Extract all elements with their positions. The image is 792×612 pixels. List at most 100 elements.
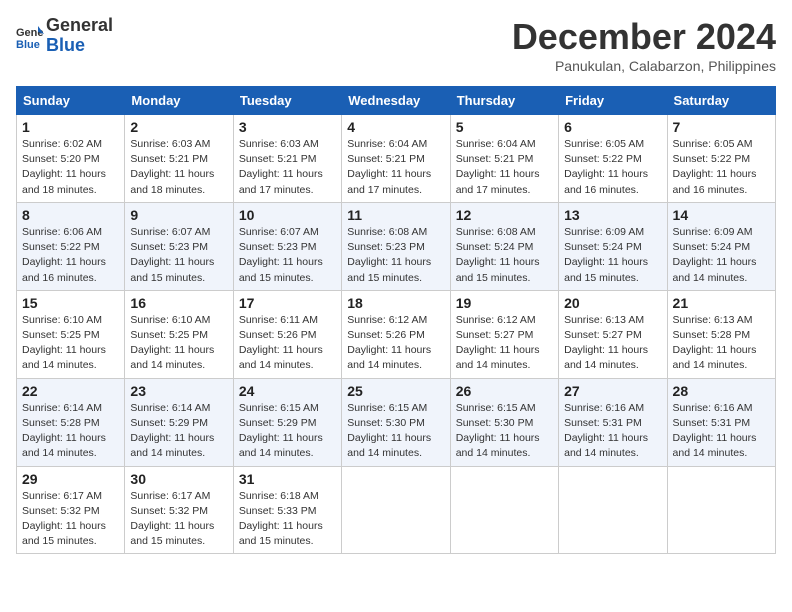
day-number: 20 — [564, 295, 661, 311]
day-number: 31 — [239, 471, 336, 487]
day-info: Sunrise: 6:17 AMSunset: 5:32 PMDaylight:… — [22, 489, 119, 550]
logo-text: General Blue — [46, 16, 113, 56]
day-info: Sunrise: 6:13 AMSunset: 5:27 PMDaylight:… — [564, 313, 661, 374]
day-info: Sunrise: 6:09 AMSunset: 5:24 PMDaylight:… — [673, 225, 770, 286]
calendar-cell: 23Sunrise: 6:14 AMSunset: 5:29 PMDayligh… — [125, 378, 233, 466]
calendar-cell: 15 Sunrise: 6:10 AMSunset: 5:25 PMDayligh… — [17, 290, 125, 378]
day-number: 27 — [564, 383, 661, 399]
day-number: 6 — [564, 119, 661, 135]
calendar-header-row: SundayMondayTuesdayWednesdayThursdayFrid… — [17, 87, 776, 115]
day-number: 22 — [22, 383, 119, 399]
day-info: Sunrise: 6:15 AMSunset: 5:29 PMDaylight:… — [239, 401, 336, 462]
day-number: 7 — [673, 119, 770, 135]
day-number: 10 — [239, 207, 336, 223]
calendar-cell — [342, 466, 450, 554]
day-number: 13 — [564, 207, 661, 223]
calendar-cell: 22 Sunrise: 6:14 AMSunset: 5:28 PMDayligh… — [17, 378, 125, 466]
svg-text:Blue: Blue — [16, 39, 40, 50]
day-info: Sunrise: 6:10 AMSunset: 5:25 PMDaylight:… — [130, 313, 227, 374]
day-info: Sunrise: 6:14 AMSunset: 5:28 PMDaylight:… — [22, 401, 119, 462]
day-number: 5 — [456, 119, 553, 135]
calendar-cell: 27 Sunrise: 6:16 AMSunset: 5:31 PMDayligh… — [559, 378, 667, 466]
day-info: Sunrise: 6:12 AMSunset: 5:27 PMDaylight:… — [456, 313, 553, 374]
calendar-cell: 14 Sunrise: 6:09 AMSunset: 5:24 PMDayligh… — [667, 202, 775, 290]
logo: General Blue General Blue — [16, 16, 113, 56]
day-info: Sunrise: 6:05 AMSunset: 5:22 PMDaylight:… — [564, 137, 661, 198]
calendar-cell — [450, 466, 558, 554]
day-number: 8 — [22, 207, 119, 223]
day-info: Sunrise: 6:08 AMSunset: 5:24 PMDaylight:… — [456, 225, 553, 286]
calendar-cell: 29 Sunrise: 6:17 AMSunset: 5:32 PMDayligh… — [17, 466, 125, 554]
day-number: 9 — [130, 207, 227, 223]
calendar-week-row: 1 Sunrise: 6:02 AMSunset: 5:20 PMDaylight… — [17, 115, 776, 203]
calendar-cell — [667, 466, 775, 554]
calendar-cell: 5Sunrise: 6:04 AMSunset: 5:21 PMDaylight… — [450, 115, 558, 203]
calendar-cell: 16 Sunrise: 6:10 AMSunset: 5:25 PMDayligh… — [125, 290, 233, 378]
calendar-week-row: 22 Sunrise: 6:14 AMSunset: 5:28 PMDayligh… — [17, 378, 776, 466]
day-number: 30 — [130, 471, 227, 487]
calendar-cell: 28 Sunrise: 6:16 AMSunset: 5:31 PMDayligh… — [667, 378, 775, 466]
day-info: Sunrise: 6:04 AMSunset: 5:21 PMDaylight:… — [347, 137, 444, 198]
calendar-cell: 30 Sunrise: 6:17 AMSunset: 5:32 PMDayligh… — [125, 466, 233, 554]
day-number: 17 — [239, 295, 336, 311]
day-number: 26 — [456, 383, 553, 399]
month-title: December 2024 — [512, 16, 776, 58]
day-number: 18 — [347, 295, 444, 311]
day-info: Sunrise: 6:14 AMSunset: 5:29 PMDaylight:… — [130, 401, 227, 462]
header-friday: Friday — [559, 87, 667, 115]
day-number: 19 — [456, 295, 553, 311]
day-info: Sunrise: 6:11 AMSunset: 5:26 PMDaylight:… — [239, 313, 336, 374]
header-wednesday: Wednesday — [342, 87, 450, 115]
day-number: 16 — [130, 295, 227, 311]
header-tuesday: Tuesday — [233, 87, 341, 115]
day-info: Sunrise: 6:16 AMSunset: 5:31 PMDaylight:… — [673, 401, 770, 462]
day-number: 4 — [347, 119, 444, 135]
day-number: 15 — [22, 295, 119, 311]
calendar-cell: 26 Sunrise: 6:15 AMSunset: 5:30 PMDayligh… — [450, 378, 558, 466]
day-number: 14 — [673, 207, 770, 223]
day-info: Sunrise: 6:09 AMSunset: 5:24 PMDaylight:… — [564, 225, 661, 286]
header-sunday: Sunday — [17, 87, 125, 115]
day-number: 24 — [239, 383, 336, 399]
header-saturday: Saturday — [667, 87, 775, 115]
calendar-cell: 6 Sunrise: 6:05 AMSunset: 5:22 PMDaylight… — [559, 115, 667, 203]
calendar-week-row: 8Sunrise: 6:06 AMSunset: 5:22 PMDaylight… — [17, 202, 776, 290]
day-number: 28 — [673, 383, 770, 399]
day-info: Sunrise: 6:10 AMSunset: 5:25 PMDaylight:… — [22, 313, 119, 374]
calendar-week-row: 15 Sunrise: 6:10 AMSunset: 5:25 PMDayligh… — [17, 290, 776, 378]
calendar-week-row: 29 Sunrise: 6:17 AMSunset: 5:32 PMDayligh… — [17, 466, 776, 554]
title-block: December 2024 Panukulan, Calabarzon, Phi… — [512, 16, 776, 82]
day-info: Sunrise: 6:13 AMSunset: 5:28 PMDaylight:… — [673, 313, 770, 374]
header-monday: Monday — [125, 87, 233, 115]
day-info: Sunrise: 6:12 AMSunset: 5:26 PMDaylight:… — [347, 313, 444, 374]
day-info: Sunrise: 6:07 AMSunset: 5:23 PMDaylight:… — [239, 225, 336, 286]
calendar-cell: 8Sunrise: 6:06 AMSunset: 5:22 PMDaylight… — [17, 202, 125, 290]
day-number: 1 — [22, 119, 119, 135]
day-number: 11 — [347, 207, 444, 223]
calendar-cell: 10 Sunrise: 6:07 AMSunset: 5:23 PMDayligh… — [233, 202, 341, 290]
day-number: 25 — [347, 383, 444, 399]
calendar-cell: 20 Sunrise: 6:13 AMSunset: 5:27 PMDayligh… — [559, 290, 667, 378]
day-info: Sunrise: 6:07 AMSunset: 5:23 PMDaylight:… — [130, 225, 227, 286]
calendar-cell: 4 Sunrise: 6:04 AMSunset: 5:21 PMDaylight… — [342, 115, 450, 203]
day-info: Sunrise: 6:03 AMSunset: 5:21 PMDaylight:… — [130, 137, 227, 198]
day-number: 3 — [239, 119, 336, 135]
day-info: Sunrise: 6:17 AMSunset: 5:32 PMDaylight:… — [130, 489, 227, 550]
day-info: Sunrise: 6:16 AMSunset: 5:31 PMDaylight:… — [564, 401, 661, 462]
calendar-cell: 21 Sunrise: 6:13 AMSunset: 5:28 PMDayligh… — [667, 290, 775, 378]
day-number: 21 — [673, 295, 770, 311]
calendar-cell: 11 Sunrise: 6:08 AMSunset: 5:23 PMDayligh… — [342, 202, 450, 290]
logo-icon: General Blue — [16, 22, 44, 50]
header-thursday: Thursday — [450, 87, 558, 115]
calendar-cell: 3 Sunrise: 6:03 AMSunset: 5:21 PMDaylight… — [233, 115, 341, 203]
day-info: Sunrise: 6:02 AMSunset: 5:20 PMDaylight:… — [22, 137, 119, 198]
day-info: Sunrise: 6:15 AMSunset: 5:30 PMDaylight:… — [456, 401, 553, 462]
day-info: Sunrise: 6:08 AMSunset: 5:23 PMDaylight:… — [347, 225, 444, 286]
calendar-cell: 31Sunrise: 6:18 AMSunset: 5:33 PMDayligh… — [233, 466, 341, 554]
location-subtitle: Panukulan, Calabarzon, Philippines — [512, 58, 776, 74]
calendar-cell: 19 Sunrise: 6:12 AMSunset: 5:27 PMDayligh… — [450, 290, 558, 378]
day-number: 29 — [22, 471, 119, 487]
day-info: Sunrise: 6:03 AMSunset: 5:21 PMDaylight:… — [239, 137, 336, 198]
day-info: Sunrise: 6:05 AMSunset: 5:22 PMDaylight:… — [673, 137, 770, 198]
calendar-cell: 12Sunrise: 6:08 AMSunset: 5:24 PMDayligh… — [450, 202, 558, 290]
